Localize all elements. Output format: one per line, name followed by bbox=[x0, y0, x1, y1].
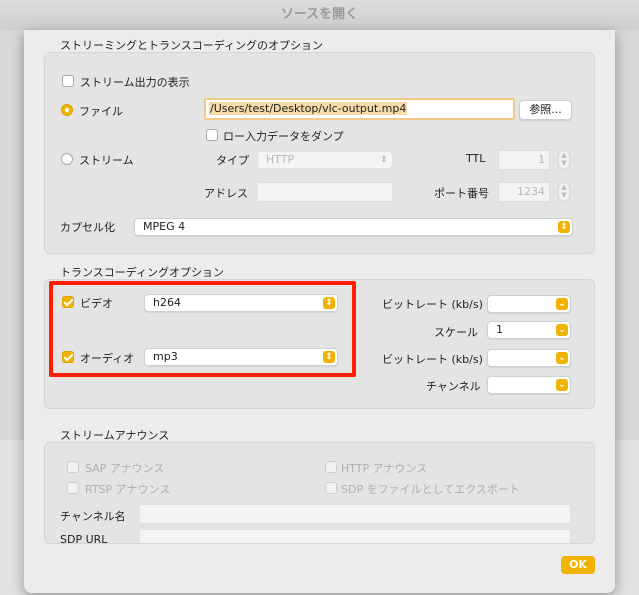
background-window-left bbox=[0, 30, 24, 440]
sdp-export-label: SDP をファイルとしてエクスポート bbox=[341, 483, 520, 496]
rtsp-label: RTSP アナウンス bbox=[85, 483, 171, 496]
http-announce-checkbox[interactable] bbox=[325, 461, 337, 473]
audio-bitrate-label: ビットレート (kb/s) bbox=[382, 353, 483, 366]
chevron-down-icon: ⌄ bbox=[556, 352, 568, 364]
chevron-down-icon: ⌄ bbox=[556, 298, 568, 310]
channels-label: チャンネル bbox=[426, 380, 481, 393]
ttl-label: TTL bbox=[466, 152, 486, 165]
channel-name-field[interactable] bbox=[139, 504, 571, 524]
type-popup[interactable]: HTTP ⇕ bbox=[257, 151, 393, 169]
stream-radio-label: ストリーム bbox=[79, 154, 134, 167]
stream-announce-group: SAP アナウンス HTTP アナウンス RTSP アナウンス SDP をファイ… bbox=[44, 442, 595, 544]
scale-label: スケール bbox=[434, 326, 478, 339]
transcoding-title: トランスコーディングオプション bbox=[60, 266, 225, 279]
encapsulation-label: カプセル化 bbox=[60, 221, 115, 234]
address-label: アドレス bbox=[204, 187, 248, 200]
video-bitrate-label: ビットレート (kb/s) bbox=[382, 298, 483, 311]
channel-name-label: チャンネル名 bbox=[60, 510, 126, 523]
sap-label: SAP アナウンス bbox=[85, 462, 165, 475]
open-source-sheet: ストリーミングとトランスコーディングのオプション ストリーム出力の表示 ファイル… bbox=[24, 30, 615, 593]
stream-radio[interactable] bbox=[61, 153, 73, 165]
port-stepper[interactable]: ▲ ▼ bbox=[558, 182, 570, 202]
port-field[interactable]: 1234 bbox=[498, 182, 550, 202]
file-path-text: /Users/test/Desktop/vlc-output.mp4 bbox=[209, 102, 408, 115]
channels-popup[interactable]: ⌄ bbox=[487, 376, 571, 394]
file-radio-label: ファイル bbox=[79, 105, 123, 118]
chevron-down-icon: ⌄ bbox=[556, 324, 568, 336]
sap-checkbox[interactable] bbox=[67, 461, 79, 473]
chevron-updown-icon: ⇕ bbox=[380, 155, 388, 165]
chevron-updown-icon: ⇕ bbox=[558, 221, 570, 233]
highlight-box bbox=[49, 281, 356, 377]
encapsulation-popup[interactable]: MPEG 4 ⇕ bbox=[134, 218, 573, 236]
rtsp-checkbox[interactable] bbox=[67, 482, 79, 494]
browse-button[interactable]: 参照... bbox=[519, 100, 572, 120]
show-stream-output-checkbox[interactable] bbox=[62, 75, 74, 87]
sdp-export-checkbox[interactable] bbox=[325, 482, 337, 494]
scale-value: 1 bbox=[496, 323, 503, 336]
video-bitrate-popup[interactable]: ⌄ bbox=[487, 295, 571, 313]
encapsulation-value: MPEG 4 bbox=[143, 220, 186, 233]
background-window-right bbox=[615, 30, 639, 440]
http-announce-label: HTTP アナウンス bbox=[341, 462, 428, 475]
file-radio[interactable] bbox=[61, 104, 73, 116]
chevron-down-icon: ⌄ bbox=[556, 379, 568, 391]
window-title: ソースを開く bbox=[0, 0, 639, 31]
dump-raw-label: ロー入力データをダンプ bbox=[223, 130, 344, 143]
ttl-stepper[interactable]: ▲ ▼ bbox=[558, 150, 570, 170]
ttl-field[interactable]: 1 bbox=[498, 150, 550, 170]
ok-button[interactable]: OK bbox=[561, 556, 595, 574]
sdp-url-field[interactable] bbox=[139, 529, 571, 543]
address-field[interactable] bbox=[257, 182, 393, 202]
sdp-url-label: SDP URL bbox=[60, 533, 108, 544]
audio-bitrate-popup[interactable]: ⌄ bbox=[487, 349, 571, 367]
type-label: タイプ bbox=[216, 154, 249, 167]
port-label: ポート番号 bbox=[434, 187, 489, 200]
file-path-field[interactable]: /Users/test/Desktop/vlc-output.mp4 bbox=[204, 98, 515, 120]
type-value: HTTP bbox=[266, 153, 295, 166]
show-stream-output-label: ストリーム出力の表示 bbox=[80, 76, 190, 89]
streaming-options-title: ストリーミングとトランスコーディングのオプション bbox=[60, 39, 324, 52]
stream-announce-title: ストリームアナウンス bbox=[60, 429, 170, 442]
dump-raw-checkbox[interactable] bbox=[206, 129, 218, 141]
scale-popup[interactable]: 1 ⌄ bbox=[487, 321, 571, 339]
